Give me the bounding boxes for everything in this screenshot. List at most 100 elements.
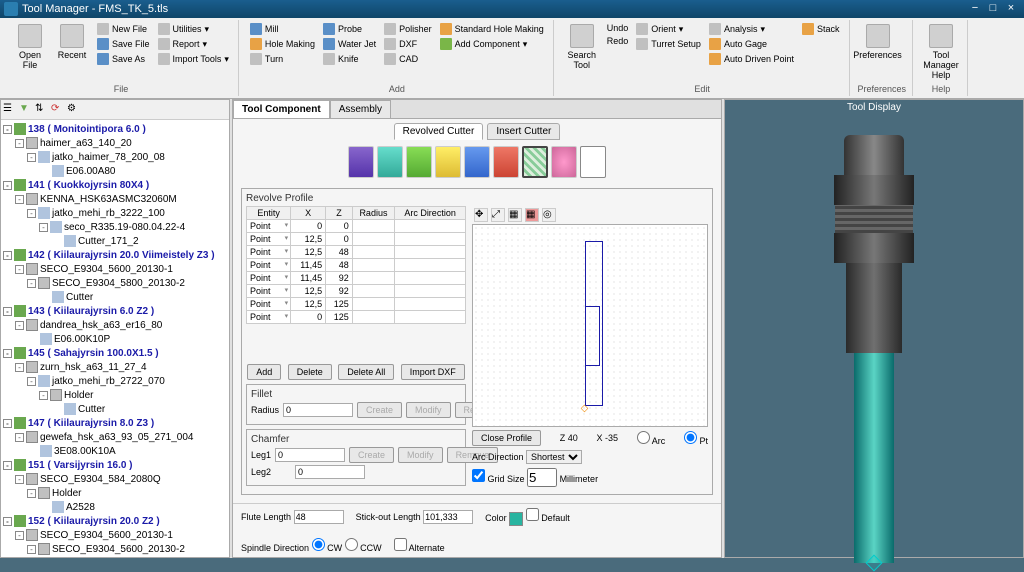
profile-move-icon[interactable]: ✥ [474, 208, 488, 222]
tree-item[interactable]: -gewefa_hsk_a63_93_05_271_004 [3, 430, 227, 444]
profile-fit-icon[interactable]: ▦ [508, 208, 522, 222]
expand-icon[interactable]: - [27, 377, 36, 386]
tree-item[interactable]: -haimer_a63_140_20 [3, 136, 227, 150]
report-button[interactable]: Report ▾ [155, 37, 232, 51]
arc-radio[interactable] [637, 431, 650, 444]
subtab-revolved-cutter[interactable]: Revolved Cutter [394, 123, 484, 140]
cad-button[interactable]: CAD [381, 52, 435, 66]
expand-icon[interactable]: - [27, 209, 36, 218]
subtab-insert-cutter[interactable]: Insert Cutter [487, 123, 560, 140]
tab-assembly[interactable]: Assembly [330, 100, 391, 118]
redo-button[interactable]: Redo [604, 35, 632, 47]
expand-icon[interactable]: - [15, 195, 24, 204]
cutter-type-icon[interactable] [551, 146, 577, 178]
tree-item[interactable]: Cutter_171_2 [3, 234, 227, 248]
knife-button[interactable]: Knife [320, 52, 379, 66]
turret-setup-button[interactable]: Turret Setup [633, 37, 704, 51]
tree-item[interactable]: -SECO_E9304_5800_20130-2 [3, 276, 227, 290]
tree-item[interactable]: 3E08.00K10A [3, 444, 227, 458]
auto-driven-button[interactable]: Auto Driven Point [706, 52, 797, 66]
tree-item[interactable]: A2528 [3, 500, 227, 514]
search-tool-button[interactable]: Search Tool [562, 22, 602, 72]
expand-icon[interactable]: - [15, 475, 24, 484]
table-row[interactable]: Point0125 [247, 311, 466, 324]
tree-item[interactable]: -Holder [3, 486, 227, 500]
undo-button[interactable]: Undo [604, 22, 632, 34]
std-hole-button[interactable]: Standard Hole Making [437, 22, 547, 36]
save-as-button[interactable]: Save As [94, 52, 153, 66]
expand-icon[interactable]: - [3, 461, 12, 470]
expand-icon[interactable]: - [3, 419, 12, 428]
turn-button[interactable]: Turn [247, 52, 318, 66]
add-button[interactable]: Add [247, 364, 281, 380]
preferences-button[interactable]: Preferences [858, 22, 898, 62]
profile-zoom-icon[interactable]: ⤢ [491, 208, 505, 222]
tree-item[interactable]: -jatko_mehi_rb_2722_070 [3, 374, 227, 388]
expand-icon[interactable]: - [27, 489, 36, 498]
close-button[interactable]: × [1002, 2, 1020, 16]
delete-button[interactable]: Delete [288, 364, 332, 380]
profile-grid-icon[interactable]: ▦ [525, 208, 539, 222]
help-button[interactable]: Tool Manager Help [921, 22, 961, 82]
color-swatch[interactable] [509, 512, 523, 526]
analysis-button[interactable]: Analysis ▾ [706, 22, 797, 36]
radius-input[interactable] [283, 403, 353, 417]
cw-radio[interactable] [312, 538, 325, 551]
expand-icon[interactable]: - [3, 181, 12, 190]
tree-item[interactable]: 5E20.00K10A [3, 556, 227, 557]
tree-filter-icon[interactable]: ▼ [19, 103, 33, 117]
tree-item[interactable]: -dandrea_hsk_a63_er16_80 [3, 318, 227, 332]
dxf-button[interactable]: DXF [381, 37, 435, 51]
stickout-input[interactable] [423, 510, 473, 524]
recent-button[interactable]: Recent [52, 22, 92, 62]
maximize-button[interactable]: □ [984, 2, 1002, 16]
ccw-radio[interactable] [345, 538, 358, 551]
probe-button[interactable]: Probe [320, 22, 379, 36]
table-row[interactable]: Point12,592 [247, 285, 466, 298]
table-row[interactable]: Point00 [247, 220, 466, 233]
tree-item[interactable]: E06.00A80 [3, 164, 227, 178]
expand-icon[interactable]: - [3, 307, 12, 316]
expand-icon[interactable]: - [27, 545, 36, 554]
tree-item[interactable]: -SECO_E9304_584_2080Q [3, 472, 227, 486]
orient-button[interactable]: Orient ▾ [633, 22, 704, 36]
cutter-type-icon[interactable] [406, 146, 432, 178]
tree-find-icon[interactable]: ⚙ [67, 103, 81, 117]
alternate-checkbox[interactable] [394, 538, 407, 551]
expand-icon[interactable]: - [15, 363, 24, 372]
cutter-type-icon[interactable] [493, 146, 519, 178]
tool-3d-viewport[interactable] [725, 115, 1023, 557]
pt-radio[interactable] [684, 431, 697, 444]
utilities-button[interactable]: Utilities ▾ [155, 22, 232, 36]
open-file-button[interactable]: Open File [10, 22, 50, 72]
tree-item[interactable]: -SECO_E9304_5600_20130-2 [3, 542, 227, 556]
tree-item[interactable]: E06.00K10P [3, 332, 227, 346]
expand-icon[interactable]: - [39, 391, 48, 400]
grid-size-checkbox[interactable] [472, 469, 485, 482]
table-row[interactable]: Point12,5125 [247, 298, 466, 311]
close-profile-button[interactable]: Close Profile [472, 430, 541, 446]
tree-item[interactable]: -jatko_haimer_78_200_08 [3, 150, 227, 164]
tree-item[interactable]: -145 ( Sahajyrsin 100.0X1.5 ) [3, 346, 227, 360]
hole-making-button[interactable]: Hole Making [247, 37, 318, 51]
expand-icon[interactable]: - [15, 433, 24, 442]
expand-icon[interactable]: - [3, 517, 12, 526]
tree-item[interactable]: -141 ( Kuokkojyrsin 80X4 ) [3, 178, 227, 192]
mill-button[interactable]: Mill [247, 22, 318, 36]
cutter-type-icon[interactable] [348, 146, 374, 178]
import-dxf-button[interactable]: Import DXF [401, 364, 465, 380]
tree-item[interactable]: -142 ( Kiilaurajyrsin 20.0 Viimeistely Z… [3, 248, 227, 262]
cutter-type-icon[interactable] [464, 146, 490, 178]
import-tools-button[interactable]: Import Tools ▾ [155, 52, 232, 66]
tree-item[interactable]: -KENNA_HSK63ASMC32060M [3, 192, 227, 206]
leg1-input[interactable] [275, 448, 345, 462]
tree-item[interactable]: Cutter [3, 290, 227, 304]
cutter-type-icon[interactable] [377, 146, 403, 178]
expand-icon[interactable]: - [39, 223, 48, 232]
tree-item[interactable]: -zurn_hsk_a63_11_27_4 [3, 360, 227, 374]
profile-snap-icon[interactable]: ◎ [542, 208, 556, 222]
minimize-button[interactable]: − [966, 2, 984, 16]
expand-icon[interactable]: - [27, 279, 36, 288]
expand-icon[interactable]: - [15, 321, 24, 330]
tree-item[interactable]: -143 ( Kiilaurajyrsin 6.0 Z2 ) [3, 304, 227, 318]
